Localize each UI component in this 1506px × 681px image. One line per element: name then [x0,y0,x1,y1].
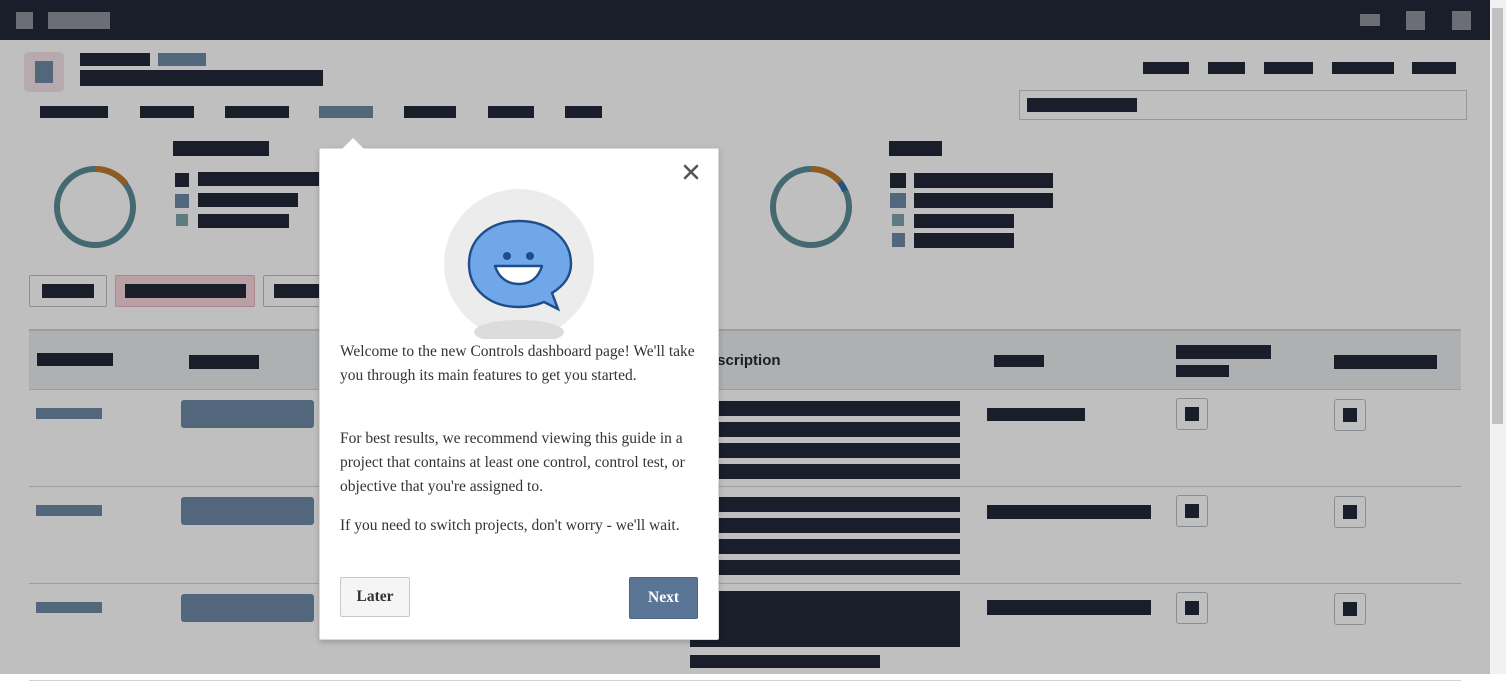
speech-bubble-illustration-icon [444,189,594,339]
popover-paragraph-1: Welcome to the new Controls dashboard pa… [340,343,695,384]
popover-caret [342,138,364,149]
later-button[interactable]: Later [340,577,410,617]
close-icon[interactable] [680,161,702,183]
onboarding-popover: Welcome to the new Controls dashboard pa… [319,138,719,640]
next-button[interactable]: Next [629,577,698,619]
page-scrollbar[interactable] [1490,0,1506,674]
popover-paragraph-2: For best results, we recommend viewing t… [340,430,685,495]
modal-backdrop[interactable] [0,0,1490,674]
scrollbar-thumb[interactable] [1492,8,1503,424]
popover-paragraph-3: If you need to switch projects, don't wo… [340,517,680,534]
